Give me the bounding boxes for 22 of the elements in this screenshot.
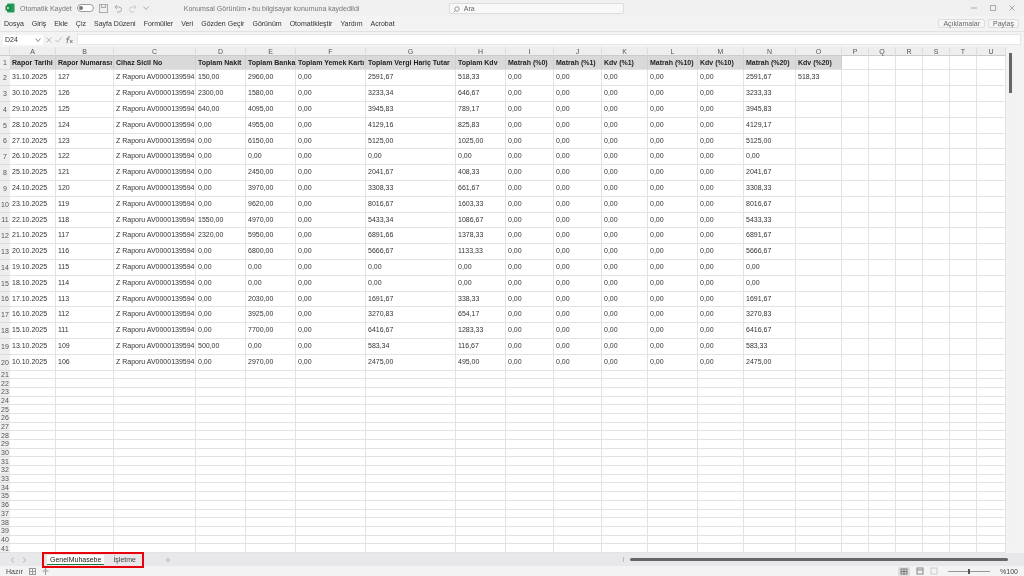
spreadsheet-app-icon [5,3,15,14]
caret-icon [35,37,41,42]
undo-icon[interactable] [112,3,123,13]
sheet-icon[interactable] [28,567,36,575]
add-sheet-icon[interactable] [164,556,171,563]
function-icon[interactable] [65,35,74,44]
page-break-icon[interactable] [930,567,939,576]
next-sheet-icon[interactable] [22,556,27,563]
autosave-toggle[interactable] [76,4,94,13]
select-all-corner[interactable] [0,47,10,57]
accessibility-icon[interactable] [41,567,49,575]
redo-icon[interactable] [127,3,138,13]
cancel-icon[interactable] [46,36,52,43]
maximize-icon[interactable] [989,4,997,13]
page-layout-icon[interactable] [916,567,925,576]
normal-view-icon[interactable] [898,566,911,576]
caret-icon[interactable] [142,6,149,11]
check-icon[interactable] [55,36,62,43]
formula-field[interactable] [77,34,1021,46]
close-icon[interactable] [1008,4,1016,13]
save-icon[interactable] [98,3,108,13]
previous-sheet-icon[interactable] [10,556,15,563]
